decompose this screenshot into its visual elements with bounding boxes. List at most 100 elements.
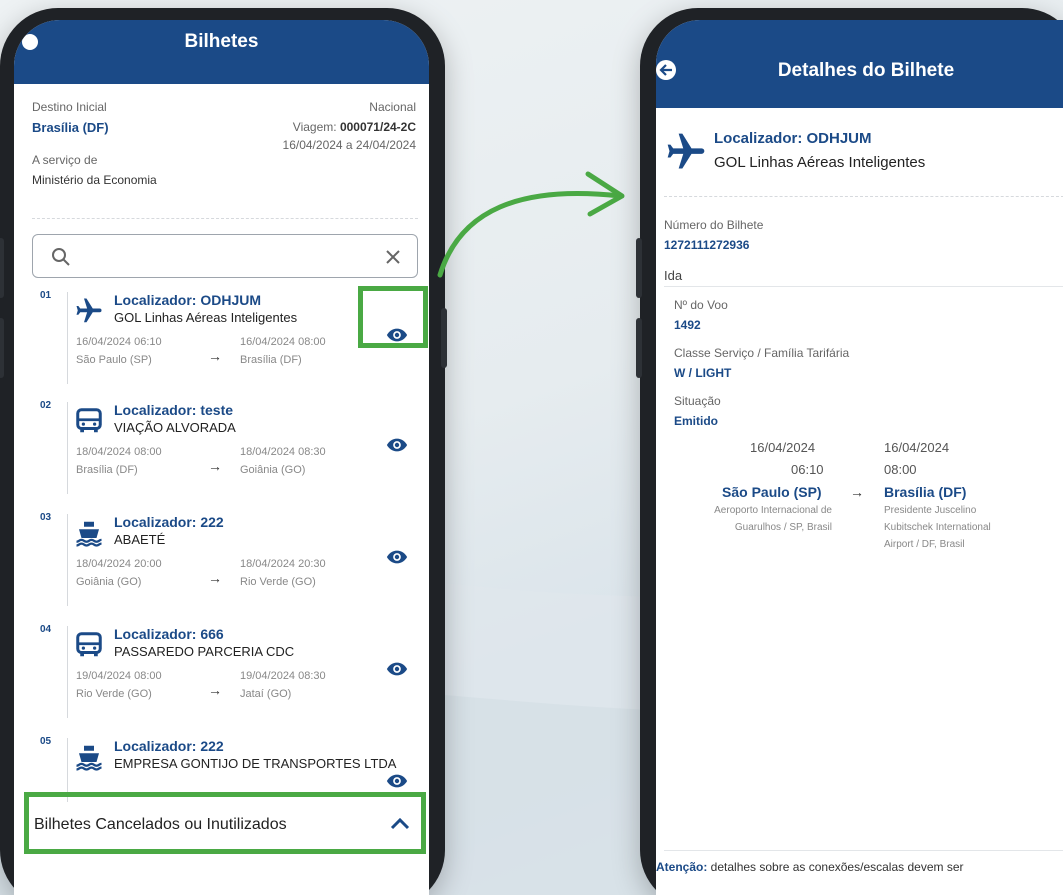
ticket-arrive-date: 16/04/2024 08:00	[240, 336, 326, 348]
destino-airport-line: Kubitschek International	[884, 522, 991, 533]
ticket-depart-date: 16/04/2024 06:10	[76, 336, 162, 348]
phone-power-button	[441, 308, 447, 368]
arrow-right-icon: →	[208, 682, 222, 698]
origem-airport: Aeroporto Internacional de Guarulhos / S…	[676, 502, 832, 536]
ticket-number: 04	[40, 624, 52, 635]
origem-date: 16/04/2024	[750, 440, 816, 455]
eye-icon[interactable]	[386, 434, 408, 456]
phone-right: Detalhes do Bilhete Localizador: ODHJUM …	[636, 8, 1063, 895]
voo-label: Nº do Voo	[674, 298, 728, 312]
ticket-arrive-date: 19/04/2024 08:30	[240, 670, 326, 682]
destino-airport: Presidente Juscelino Kubitschek Internat…	[884, 502, 991, 553]
destino-city: Brasília (DF)	[884, 484, 967, 500]
servico-value: Ministério da Economia	[32, 173, 157, 187]
attention-note: Atenção: detalhes sobre as conexões/esca…	[656, 860, 1063, 874]
search-box[interactable]	[32, 234, 418, 278]
origem-time: 06:10	[791, 462, 824, 477]
bus-icon	[74, 406, 104, 436]
servico-label: A serviço de	[32, 153, 98, 167]
highlight-cancelados	[24, 792, 426, 854]
ship-icon	[74, 742, 104, 772]
phone-side-button	[0, 238, 4, 298]
voo-value: 1492	[674, 318, 701, 332]
app-bar: Detalhes do Bilhete	[656, 20, 1063, 108]
ticket-depart-date: 18/04/2024 08:00	[76, 446, 162, 458]
ticket-origin: Brasília (DF)	[76, 464, 138, 476]
ticket-localizador: Localizador: 666	[114, 626, 224, 642]
ticket-number: 03	[40, 512, 52, 523]
ticket-localizador: Localizador: 222	[114, 738, 224, 754]
ticket-destination: Jataí (GO)	[240, 688, 292, 700]
ticket-depart-date: 18/04/2024 20:00	[76, 558, 162, 570]
eye-icon[interactable]	[386, 770, 408, 792]
ticket-origin: São Paulo (SP)	[76, 354, 152, 366]
ticket-item[interactable]: 03 Localizador: 222 ABAETÉ 18/04/2024 20:00…	[32, 512, 428, 612]
clear-icon[interactable]	[385, 249, 401, 265]
search-input[interactable]	[81, 243, 371, 269]
ticket-origin: Goiânia (GO)	[76, 576, 142, 588]
phone-side-button	[0, 318, 4, 378]
viagem-line: Viagem: 000071/24-2C	[283, 120, 416, 134]
tipo-value: Nacional	[369, 100, 416, 114]
ticket-item[interactable]: 02 Localizador: teste VIAÇÃO ALVORADA 18/04…	[32, 400, 428, 500]
eye-icon[interactable]	[386, 546, 408, 568]
menu-icon[interactable]	[22, 34, 38, 50]
ticket-destination: Rio Verde (GO)	[240, 576, 316, 588]
arrow-right-icon: →	[208, 570, 222, 586]
arrow-right-icon: →	[208, 348, 222, 364]
arrow-right-icon: →	[850, 484, 864, 500]
ticket-item[interactable]: 04 Localizador: 666 PASSAREDO PARCERIA CDC…	[32, 624, 428, 724]
origem-city: São Paulo (SP)	[722, 484, 822, 500]
companhia: GOL Linhas Aéreas Inteligentes	[714, 154, 926, 171]
highlight-view-button	[358, 286, 428, 348]
classe-value: W / LIGHT	[674, 366, 732, 380]
ticket-origin: Rio Verde (GO)	[76, 688, 152, 700]
eye-icon[interactable]	[386, 658, 408, 680]
ticket-destination: Brasília (DF)	[240, 354, 302, 366]
ship-icon	[74, 518, 104, 548]
ticket-localizador: Localizador: 222	[114, 514, 224, 530]
right-screen: Detalhes do Bilhete Localizador: ODHJUM …	[656, 20, 1063, 895]
ticket-destination: Goiânia (GO)	[240, 464, 306, 476]
airplane-icon	[74, 296, 104, 326]
attention-text: detalhes sobre as conexões/escalas devem…	[707, 860, 964, 874]
divider	[67, 402, 68, 494]
divider	[67, 514, 68, 606]
destino-airport-line: Airport / DF, Brasil	[884, 539, 965, 550]
phone-side-button	[636, 318, 642, 378]
viagem-label: Viagem:	[292, 120, 337, 134]
numero-value: 1272111272936	[664, 238, 750, 252]
arrow-right-icon: →	[208, 458, 222, 474]
left-screen: Bilhetes Destino Inicial Brasília (DF) A…	[14, 20, 429, 895]
ticket-arrive-date: 18/04/2024 08:30	[240, 446, 326, 458]
search-icon	[52, 248, 70, 266]
trip-info: Nacional Viagem: 000071/24-2C 16/04/2024…	[283, 100, 416, 152]
airplane-icon	[667, 133, 705, 169]
curved-arrow	[437, 171, 625, 278]
page-title: Bilhetes	[184, 31, 259, 52]
viagem-value: 000071/24-2C	[339, 120, 416, 134]
ticket-number: 05	[40, 736, 52, 747]
periodo-value: 16/04/2024 a 24/04/2024	[282, 138, 416, 152]
divider	[67, 292, 68, 384]
classe-label: Classe Serviço / Família Tarifária	[674, 346, 850, 360]
ticket-company: ABAETÉ	[114, 532, 166, 547]
ticket-number: 01	[40, 290, 52, 301]
ticket-company: EMPRESA GONTIJO DE TRANSPORTES LTDA	[114, 756, 397, 771]
situacao-label: Situação	[674, 394, 721, 408]
back-arrow-icon[interactable]	[656, 60, 676, 80]
attention-label: Atenção:	[656, 860, 708, 874]
trip-summary: Destino Inicial Brasília (DF) A serviço …	[32, 100, 422, 187]
ticket-localizador: Localizador: ODHJUM	[114, 292, 262, 308]
phone-left: Bilhetes Destino Inicial Brasília (DF) A…	[0, 8, 447, 895]
origem-airport-line: Guarulhos / SP, Brasil	[734, 522, 832, 533]
situacao-value: Emitido	[674, 414, 718, 428]
phone-side-button	[636, 238, 642, 298]
app-bar: Bilhetes	[14, 20, 429, 84]
divider	[664, 196, 1063, 197]
origem-airport-line: Aeroporto Internacional de	[714, 505, 832, 516]
divider	[32, 218, 418, 219]
page-title: Detalhes do Bilhete	[777, 60, 955, 81]
ticket-company: PASSAREDO PARCERIA CDC	[114, 644, 295, 659]
destino-time: 08:00	[884, 462, 917, 477]
